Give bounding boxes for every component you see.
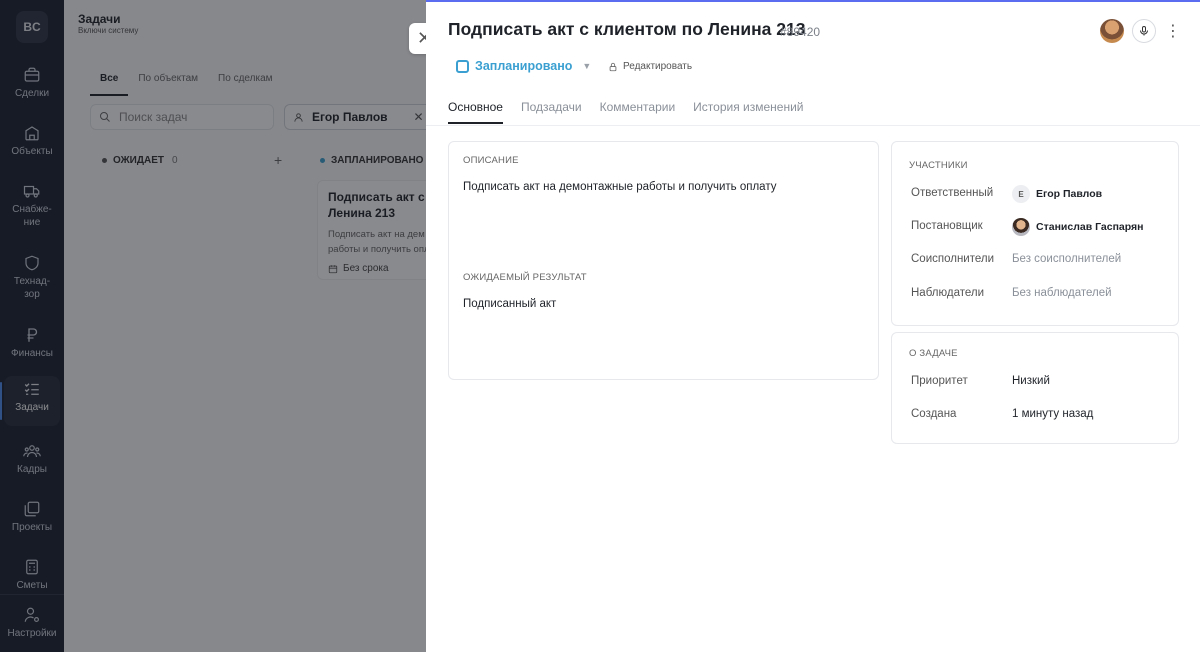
task-title: Подписать акт с клиентом по Ленина 213	[448, 19, 806, 39]
tab-history[interactable]: История изменений	[693, 100, 803, 124]
detail-tabs: Основное Подзадачи Комментарии История и…	[448, 100, 804, 124]
priority-label: Приоритет	[911, 375, 968, 387]
coexec-label: Соисполнители	[911, 253, 995, 265]
avatar: Е	[1012, 185, 1030, 203]
author-value[interactable]: Станислав Гаспарян	[1012, 218, 1144, 236]
responsible-label: Ответственный	[911, 187, 994, 199]
result-header: ОЖИДАЕМЫЙ РЕЗУЛЬТАТ	[463, 272, 587, 283]
microphone-icon	[1140, 26, 1148, 36]
panel-actions: ⋮	[1100, 19, 1182, 43]
observers-value[interactable]: Без наблюдателей	[1012, 287, 1112, 299]
about-card: О ЗАДАЧЕ Приоритет Низкий Создана 1 мину…	[891, 332, 1179, 444]
responsible-name: Егор Павлов	[1036, 188, 1103, 200]
edit-label: Редактировать	[623, 61, 693, 72]
chevron-down-icon: ▼	[582, 61, 592, 71]
responsible-value[interactable]: Е Егор Павлов	[1012, 185, 1102, 203]
result-text[interactable]: Подписанный акт	[463, 298, 556, 310]
modal-backdrop[interactable]	[0, 0, 426, 652]
status-value: Запланировано	[475, 59, 573, 73]
tab-subtasks[interactable]: Подзадачи	[521, 100, 582, 124]
observers-label: Наблюдатели	[911, 287, 984, 299]
priority-value[interactable]: Низкий	[1012, 375, 1050, 387]
status-checkbox-icon	[456, 59, 469, 73]
description-text[interactable]: Подписать акт на демонтажные работы и по…	[463, 181, 776, 193]
tab-comments[interactable]: Комментарии	[600, 100, 676, 124]
coexec-value[interactable]: Без соисполнителей	[1012, 253, 1121, 265]
author-name: Станислав Гаспарян	[1036, 221, 1144, 233]
about-header: О ЗАДАЧЕ	[909, 348, 958, 359]
task-detail-panel: Подписать акт с клиентом по Ленина 213 #…	[426, 0, 1200, 652]
participants-header: УЧАСТНИКИ	[909, 160, 968, 171]
avatar[interactable]	[1100, 19, 1124, 43]
lock-icon	[609, 62, 617, 71]
more-options-icon[interactable]: ⋮	[1164, 19, 1182, 43]
created-label: Создана	[911, 408, 957, 420]
description-card: ОПИСАНИЕ Подписать акт на демонтажные ра…	[448, 141, 879, 380]
description-header: ОПИСАНИЕ	[463, 155, 519, 166]
created-value: 1 минуту назад	[1012, 408, 1094, 420]
avatar	[1012, 218, 1030, 236]
participants-card: УЧАСТНИКИ Ответственный Е Егор Павлов По…	[891, 141, 1179, 326]
edit-button[interactable]: Редактировать	[608, 61, 692, 72]
status-dropdown[interactable]: Запланировано ▼	[456, 59, 591, 73]
author-label: Постановщик	[911, 220, 983, 232]
tabs-divider	[426, 125, 1200, 126]
task-id: #89420	[780, 25, 821, 39]
tab-main[interactable]: Основное	[448, 100, 503, 124]
voice-button[interactable]	[1132, 19, 1156, 43]
